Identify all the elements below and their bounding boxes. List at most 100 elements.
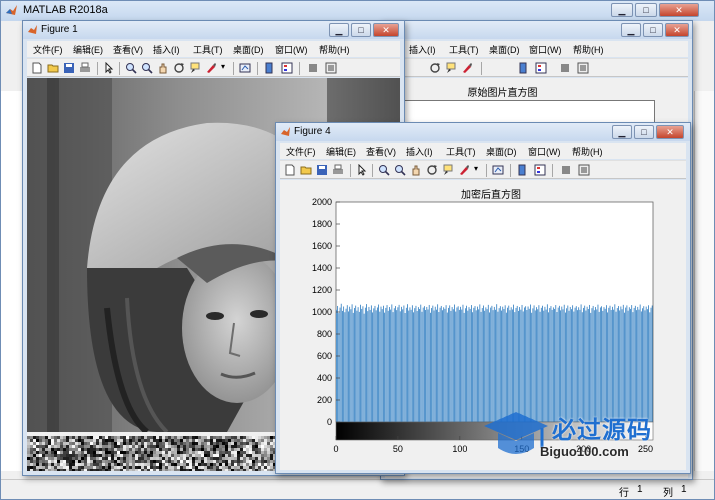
chevron-down-icon[interactable]: ▾ — [474, 164, 478, 173]
current-folder-panel[interactable] — [1, 91, 23, 471]
data-cursor-icon[interactable] — [442, 164, 454, 176]
maximize-button[interactable]: □ — [643, 23, 663, 37]
histogram-bar — [473, 307, 475, 422]
menu-file[interactable]: 文件(F) — [33, 43, 63, 56]
histogram-bar — [410, 309, 412, 422]
legend-icon[interactable] — [281, 62, 293, 74]
histogram-bar — [602, 310, 604, 422]
show-plot-tools-icon[interactable] — [325, 62, 337, 74]
x-tick-label: 50 — [393, 444, 403, 454]
close-button[interactable]: ✕ — [665, 23, 689, 37]
new-figure-icon[interactable] — [31, 62, 43, 74]
histogram-bar — [586, 306, 588, 422]
colorbar-icon[interactable] — [263, 62, 275, 74]
histogram-bar — [556, 312, 558, 422]
pan-icon[interactable] — [157, 62, 169, 74]
row-label: 行 — [619, 488, 629, 499]
histogram-bar — [631, 305, 633, 422]
open-file-icon[interactable] — [300, 164, 312, 176]
colorbar-icon[interactable] — [516, 164, 528, 176]
histogram-bar — [555, 305, 557, 422]
edit-plot-icon[interactable] — [356, 164, 368, 176]
rotate-3d-icon[interactable] — [429, 62, 441, 74]
close-button[interactable]: ✕ — [659, 3, 699, 17]
colorbar-icon[interactable] — [517, 62, 529, 74]
histogram-bar — [583, 307, 584, 422]
print-icon[interactable] — [79, 62, 91, 74]
matlab-logo-icon — [6, 5, 17, 15]
menu-desktop[interactable]: 桌面(D) — [489, 43, 520, 56]
menu-window[interactable]: 窗口(W) — [529, 43, 562, 56]
menu-insert[interactable]: 插入(I) — [406, 145, 433, 158]
zoom-in-icon[interactable] — [378, 164, 390, 176]
edit-plot-icon[interactable] — [103, 62, 115, 74]
data-cursor-icon[interactable] — [189, 62, 201, 74]
legend-icon[interactable] — [535, 62, 547, 74]
print-icon[interactable] — [332, 164, 344, 176]
zoom-out-icon[interactable] — [141, 62, 153, 74]
histogram-bar — [496, 304, 498, 422]
menu-desktop[interactable]: 桌面(D) — [486, 145, 517, 158]
histogram-bar — [546, 304, 548, 422]
link-plot-icon[interactable] — [492, 164, 504, 176]
histogram-bar — [540, 307, 542, 422]
hide-plot-tools-icon[interactable] — [559, 62, 571, 74]
menu-help[interactable]: 帮助(H) — [572, 145, 603, 158]
maximize-button[interactable]: □ — [351, 23, 371, 37]
minimize-button[interactable]: ▁ — [611, 3, 633, 17]
rotate-3d-icon[interactable] — [426, 164, 438, 176]
minimize-button[interactable]: ▁ — [621, 23, 641, 37]
histogram-bar — [375, 310, 377, 422]
pan-icon[interactable] — [410, 164, 422, 176]
menu-view[interactable]: 查看(V) — [113, 43, 143, 56]
brush-icon[interactable] — [458, 164, 470, 176]
histogram-bar — [340, 303, 342, 422]
histogram-bar — [605, 305, 607, 422]
menu-view[interactable]: 查看(V) — [366, 145, 396, 158]
brush-icon[interactable] — [461, 62, 473, 74]
hide-plot-tools-icon[interactable] — [307, 62, 319, 74]
save-icon[interactable] — [63, 62, 75, 74]
histogram-bar — [367, 311, 369, 422]
histogram-bar — [577, 310, 578, 422]
close-button[interactable]: ✕ — [656, 125, 684, 139]
legend-icon[interactable] — [534, 164, 546, 176]
show-plot-tools-icon[interactable] — [578, 164, 590, 176]
watermark-url: Biguo100.com — [540, 444, 629, 459]
data-cursor-icon[interactable] — [445, 62, 457, 74]
menu-window[interactable]: 窗口(W) — [275, 43, 308, 56]
workspace-panel[interactable] — [694, 91, 714, 471]
menu-insert[interactable]: 插入(I) — [153, 43, 180, 56]
brush-icon[interactable] — [205, 62, 217, 74]
zoom-out-icon[interactable] — [394, 164, 406, 176]
menu-help[interactable]: 帮助(H) — [319, 43, 350, 56]
menu-tools[interactable]: 工具(T) — [193, 43, 223, 56]
menu-edit[interactable]: 编辑(E) — [73, 43, 103, 56]
open-file-icon[interactable] — [47, 62, 59, 74]
histogram-bar — [454, 304, 455, 422]
save-icon[interactable] — [316, 164, 328, 176]
maximize-button[interactable]: □ — [634, 125, 654, 139]
minimize-button[interactable]: ▁ — [329, 23, 349, 37]
minimize-button[interactable]: ▁ — [612, 125, 632, 139]
show-plot-tools-icon[interactable] — [577, 62, 589, 74]
new-figure-icon[interactable] — [284, 164, 296, 176]
zoom-in-icon[interactable] — [125, 62, 137, 74]
maximize-button[interactable]: □ — [635, 3, 657, 17]
histogram-bar — [537, 309, 539, 422]
hide-plot-tools-icon[interactable] — [560, 164, 572, 176]
histogram-bar — [558, 305, 560, 422]
menu-help[interactable]: 帮助(H) — [573, 43, 604, 56]
chevron-down-icon[interactable]: ▾ — [221, 62, 225, 71]
menu-tools[interactable]: 工具(T) — [449, 43, 479, 56]
menu-insert[interactable]: 插入(I) — [409, 43, 436, 56]
menu-tools[interactable]: 工具(T) — [446, 145, 476, 158]
menu-file[interactable]: 文件(F) — [286, 145, 316, 158]
close-button[interactable]: ✕ — [373, 23, 399, 37]
histogram-bar — [622, 304, 624, 422]
link-plot-icon[interactable] — [239, 62, 251, 74]
rotate-3d-icon[interactable] — [173, 62, 185, 74]
menu-desktop[interactable]: 桌面(D) — [233, 43, 264, 56]
menu-window[interactable]: 窗口(W) — [528, 145, 561, 158]
menu-edit[interactable]: 编辑(E) — [326, 145, 356, 158]
